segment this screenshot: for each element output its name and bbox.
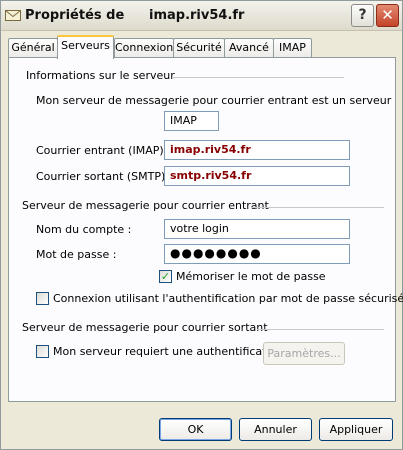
close-icon: ✕ [381, 6, 394, 24]
password-input[interactable]: ●●●●●●●● [164, 244, 350, 264]
close-button[interactable]: ✕ [376, 4, 399, 27]
tab-imap[interactable]: IMAP [273, 38, 312, 58]
help-icon: ? [358, 7, 367, 23]
account-name-input[interactable]: votre login [164, 219, 350, 239]
checkmark-icon: ✓ [160, 270, 171, 283]
incoming-server-label: Courrier entrant (IMAP) : [36, 144, 171, 157]
outgoing-server-input[interactable]: smtp.riv54.fr [164, 166, 350, 186]
window-title-host: imap.riv54.fr [149, 8, 245, 23]
apply-button[interactable]: Appliquer [319, 418, 393, 441]
outgoing-server-label: Courrier sortant (SMTP) : [36, 170, 173, 183]
help-button[interactable]: ? [351, 4, 374, 27]
incoming-section-legend: Serveur de messagerie pour courrier entr… [22, 199, 269, 212]
envelope-icon [5, 10, 21, 21]
ok-button[interactable]: OK [159, 418, 232, 441]
divider [251, 207, 384, 208]
server-info-legend: Informations sur le serveur [26, 69, 175, 82]
outgoing-section-legend: Serveur de messagerie pour courrier sort… [22, 321, 268, 334]
remember-password-label[interactable]: Mémoriser le mot de passe [176, 270, 326, 283]
properties-dialog: Propriétés de imap.riv54.fr ? ✕ Général … [0, 0, 403, 450]
settings-button[interactable]: Paramètres... [263, 342, 345, 365]
remember-password-checkbox[interactable]: ✓ [159, 270, 172, 283]
tab-servers[interactable]: Serveurs [57, 35, 114, 59]
incoming-server-input[interactable]: imap.riv54.fr [164, 140, 350, 160]
incoming-server-type: IMAP [164, 111, 219, 131]
smtp-auth-checkbox[interactable] [36, 345, 49, 358]
spa-label[interactable]: Connexion utilisant l'authentification p… [53, 292, 403, 305]
window-title: Propriétés de [25, 8, 125, 23]
divider [172, 77, 344, 78]
tab-connection[interactable]: Connexion [114, 38, 174, 58]
tab-advanced[interactable]: Avancé [224, 38, 274, 58]
divider [257, 329, 384, 330]
password-label: Mot de passe : [36, 248, 117, 261]
incoming-type-label: Mon serveur de messagerie pour courrier … [36, 94, 392, 107]
tab-security[interactable]: Sécurité [173, 38, 225, 58]
title-bar[interactable]: Propriétés de imap.riv54.fr ? ✕ [1, 1, 402, 31]
servers-panel: Informations sur le serveur Mon serveur … [8, 57, 403, 402]
tab-general[interactable]: Général [8, 38, 58, 58]
account-name-label: Nom du compte : [36, 223, 132, 236]
spa-checkbox[interactable] [36, 292, 49, 305]
cancel-button[interactable]: Annuler [239, 418, 312, 441]
smtp-auth-label[interactable]: Mon serveur requiert une authentificatio… [53, 345, 283, 358]
